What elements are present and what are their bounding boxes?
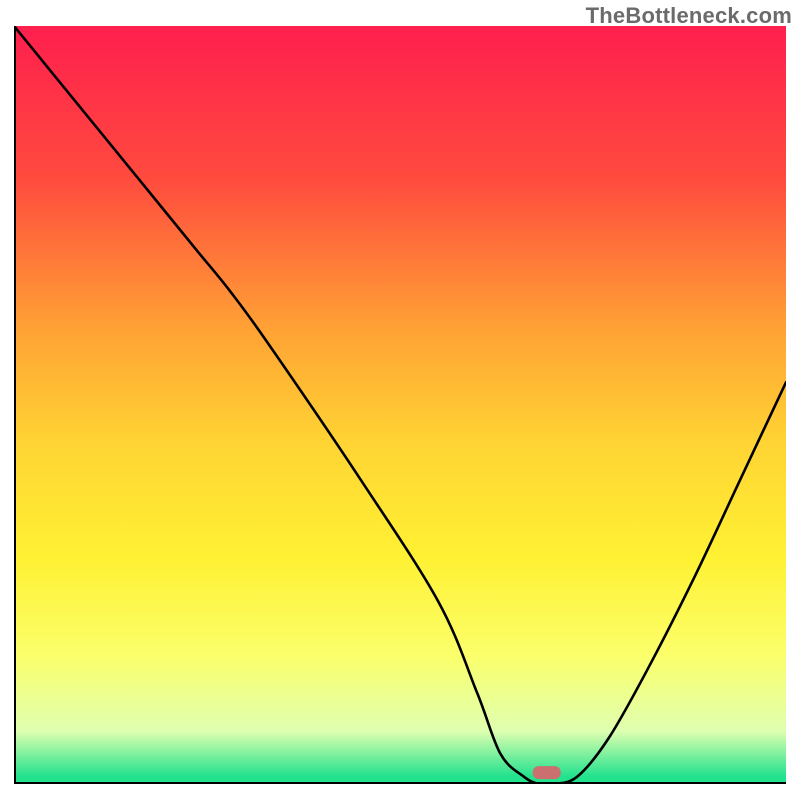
chart-frame: TheBottleneck.com: [0, 0, 800, 800]
gradient-background: [14, 26, 786, 784]
plot-area: [14, 26, 786, 784]
bottleneck-chart: [14, 26, 786, 784]
optimum-marker: [533, 766, 561, 779]
